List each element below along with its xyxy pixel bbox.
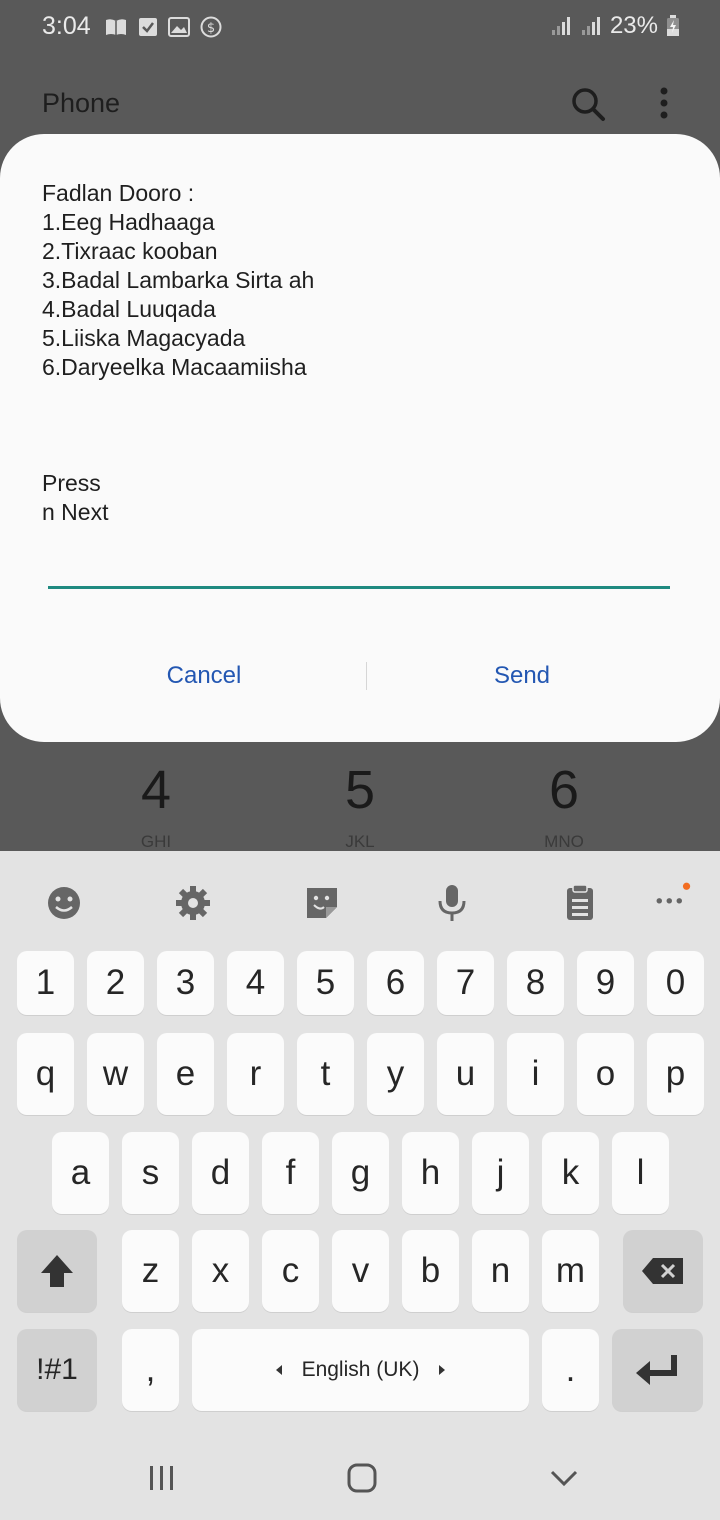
space-key[interactable]: English (UK) [192,1329,529,1411]
more-icon[interactable] [652,879,692,919]
enter-key[interactable] [612,1329,703,1411]
emoji-icon[interactable] [44,883,84,923]
key-2[interactable]: 2 [87,951,144,1015]
ussd-message: Fadlan Dooro : 1.Eeg Hadhaaga 2.Tixraac … [42,180,315,525]
battery-charging-icon [667,15,679,36]
dialer-key-number: 4 [140,760,172,820]
period-key[interactable]: . [542,1329,599,1411]
recent-apps-icon[interactable] [142,1458,182,1498]
key-6[interactable]: 6 [367,951,424,1015]
key-v[interactable]: v [332,1230,389,1312]
microphone-icon[interactable] [432,883,472,923]
dialer-key-letters: GHI [140,832,172,851]
key-s[interactable]: s [122,1132,179,1214]
key-r[interactable]: r [227,1033,284,1115]
home-icon[interactable] [342,1458,382,1498]
key-3[interactable]: 3 [157,951,214,1015]
key-h[interactable]: h [402,1132,459,1214]
clipboard-icon[interactable] [560,883,600,923]
left-arrow-icon [275,1365,282,1375]
key-w[interactable]: w [87,1033,144,1115]
key-p[interactable]: p [647,1033,704,1115]
back-chevron-down-icon[interactable] [544,1458,584,1498]
notification-icons: $ [104,16,222,38]
dialer-key-5[interactable]: 5 JKL [300,760,420,852]
app-title: Phone [42,88,121,118]
key-b[interactable]: b [402,1230,459,1312]
key-1[interactable]: 1 [17,951,74,1015]
dialer-key-number: 5 [344,760,376,820]
checkbox-icon [139,18,157,36]
gear-icon[interactable] [173,883,213,923]
key-i[interactable]: i [507,1033,564,1115]
key-l[interactable]: l [612,1132,669,1214]
book-icon [106,19,126,35]
key-4[interactable]: 4 [227,951,284,1015]
dialer-key-letters: MNO [544,832,584,851]
key-7[interactable]: 7 [437,951,494,1015]
key-d[interactable]: d [192,1132,249,1214]
shift-key[interactable] [17,1230,97,1312]
key-c[interactable]: c [262,1230,319,1312]
key-j[interactable]: j [472,1132,529,1214]
send-button[interactable]: Send [422,662,622,690]
comma-key[interactable]: , [122,1329,179,1411]
image-icon [168,17,190,37]
signal-1-icon [551,17,570,35]
search-icon[interactable] [570,86,606,122]
backspace-key[interactable] [623,1230,703,1312]
key-m[interactable]: m [542,1230,599,1312]
key-k[interactable]: k [542,1132,599,1214]
button-divider [366,662,367,690]
key-n[interactable]: n [472,1230,529,1312]
key-f[interactable]: f [262,1132,319,1214]
key-x[interactable]: x [192,1230,249,1312]
status-bar: 3:04 $ 23% [0,0,720,56]
enter-icon [635,1355,677,1385]
key-g[interactable]: g [332,1132,389,1214]
more-options-icon[interactable] [654,86,674,122]
cancel-button[interactable]: Cancel [104,662,304,690]
key-q[interactable]: q [17,1033,74,1115]
key-u[interactable]: u [437,1033,494,1115]
key-y[interactable]: y [367,1033,424,1115]
key-z[interactable]: z [122,1230,179,1312]
battery-percent: 23% [609,12,658,39]
key-t[interactable]: t [297,1033,354,1115]
key-8[interactable]: 8 [507,951,564,1015]
svg-text:$: $ [207,21,215,36]
app-bar: Phone [0,70,720,134]
keyboard-toolbar [0,851,720,951]
key-o[interactable]: o [577,1033,634,1115]
symbols-key[interactable]: !#1 [17,1329,97,1411]
key-9[interactable]: 9 [577,951,634,1015]
dialer-key-letters: JKL [345,832,375,851]
space-language-label: English (UK) [301,1358,420,1381]
dialer-key-6[interactable]: 6 MNO [504,760,624,852]
sticker-icon[interactable] [302,883,342,923]
dialer-key-4[interactable]: 4 GHI [96,760,216,852]
system-icons: 23% [550,12,680,40]
keyboard: 1 2 3 4 5 6 7 8 9 0 q w e r t y u i o p … [0,851,720,1520]
shift-arrow-icon [41,1255,73,1287]
right-arrow-icon [439,1365,446,1375]
ussd-dialog: Fadlan Dooro : 1.Eeg Hadhaaga 2.Tixraac … [0,134,720,742]
backspace-icon [642,1258,683,1284]
key-0[interactable]: 0 [647,951,704,1015]
status-time: 3:04 [42,12,91,40]
dialer-key-number: 6 [548,760,580,820]
ussd-reply-input[interactable] [48,586,670,589]
key-a[interactable]: a [52,1132,109,1214]
signal-2-icon [581,17,600,35]
key-e[interactable]: e [157,1033,214,1115]
dollar-circle-icon: $ [200,16,222,38]
key-5[interactable]: 5 [297,951,354,1015]
